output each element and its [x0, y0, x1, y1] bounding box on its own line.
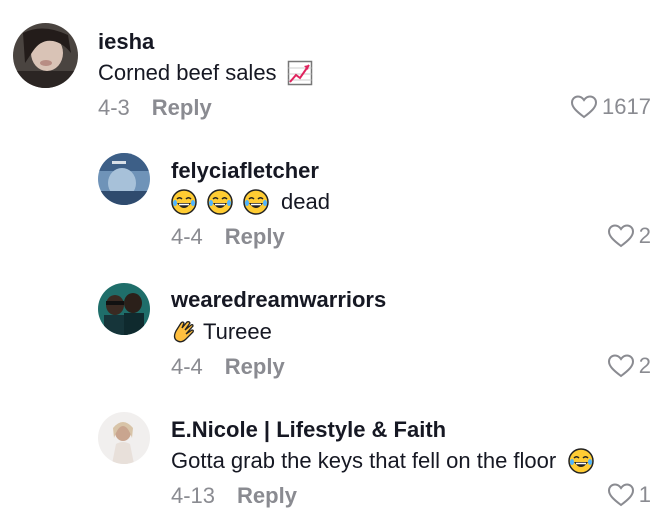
avatar[interactable]: [13, 23, 78, 88]
like-button[interactable]: 2: [607, 353, 651, 379]
comment-text: Gotta grab the keys that fell on the flo…: [171, 448, 557, 473]
comment-date: 4-4: [171, 354, 203, 379]
like-button[interactable]: 1: [607, 482, 651, 508]
comment-username[interactable]: E.Nicole | Lifestyle & Faith: [171, 417, 446, 443]
comment-text: Tureee: [203, 319, 272, 344]
like-count: 1: [638, 482, 651, 507]
comment-username[interactable]: felyciafletcher: [171, 158, 319, 184]
comment-date: 4-13: [171, 483, 216, 508]
face-with-tears-of-joy-emoji: [171, 189, 197, 215]
like-button[interactable]: 2: [607, 223, 651, 249]
like-count: 1617: [602, 94, 651, 119]
comment-text-row: Tureee: [171, 319, 272, 345]
heart-outline-icon: [607, 483, 634, 507]
comment-date: 4-3: [98, 95, 130, 120]
heart-outline-icon: [571, 95, 598, 119]
heart-outline-icon: [607, 354, 634, 378]
reply-button[interactable]: Reply: [225, 354, 285, 379]
comment-text: Corned beef sales: [98, 60, 277, 85]
comment-meta: 4-4 Reply: [171, 224, 285, 250]
avatar[interactable]: [98, 412, 150, 464]
comment-meta: 4-13 Reply: [171, 483, 297, 509]
comment-text-row: Gotta grab the keys that fell on the flo…: [171, 448, 594, 474]
like-count: 2: [638, 223, 651, 248]
comment-date: 4-4: [171, 224, 203, 249]
comment-meta: 4-4 Reply: [171, 354, 285, 380]
comment-meta: 4-3 Reply: [98, 95, 212, 121]
reply-button[interactable]: Reply: [152, 95, 212, 120]
like-count: 2: [638, 353, 651, 378]
comment-text-row: Corned beef sales: [98, 60, 313, 86]
comment-username[interactable]: wearedreamwarriors: [171, 287, 386, 313]
face-with-tears-of-joy-emoji: [568, 448, 594, 474]
comment-text-row: dead: [171, 189, 330, 215]
face-with-tears-of-joy-emoji: [243, 189, 269, 215]
like-button[interactable]: 1617: [570, 94, 651, 120]
avatar[interactable]: [98, 153, 150, 205]
face-with-tears-of-joy-emoji: [207, 189, 233, 215]
reply-button[interactable]: Reply: [225, 224, 285, 249]
comment-text: dead: [281, 189, 330, 214]
avatar[interactable]: [98, 283, 150, 335]
clapping-hands-emoji: [171, 319, 197, 345]
chart-increasing-emoji: [287, 60, 313, 86]
heart-outline-icon: [607, 224, 634, 248]
comment-username[interactable]: iesha: [98, 29, 154, 55]
reply-button[interactable]: Reply: [237, 483, 297, 508]
